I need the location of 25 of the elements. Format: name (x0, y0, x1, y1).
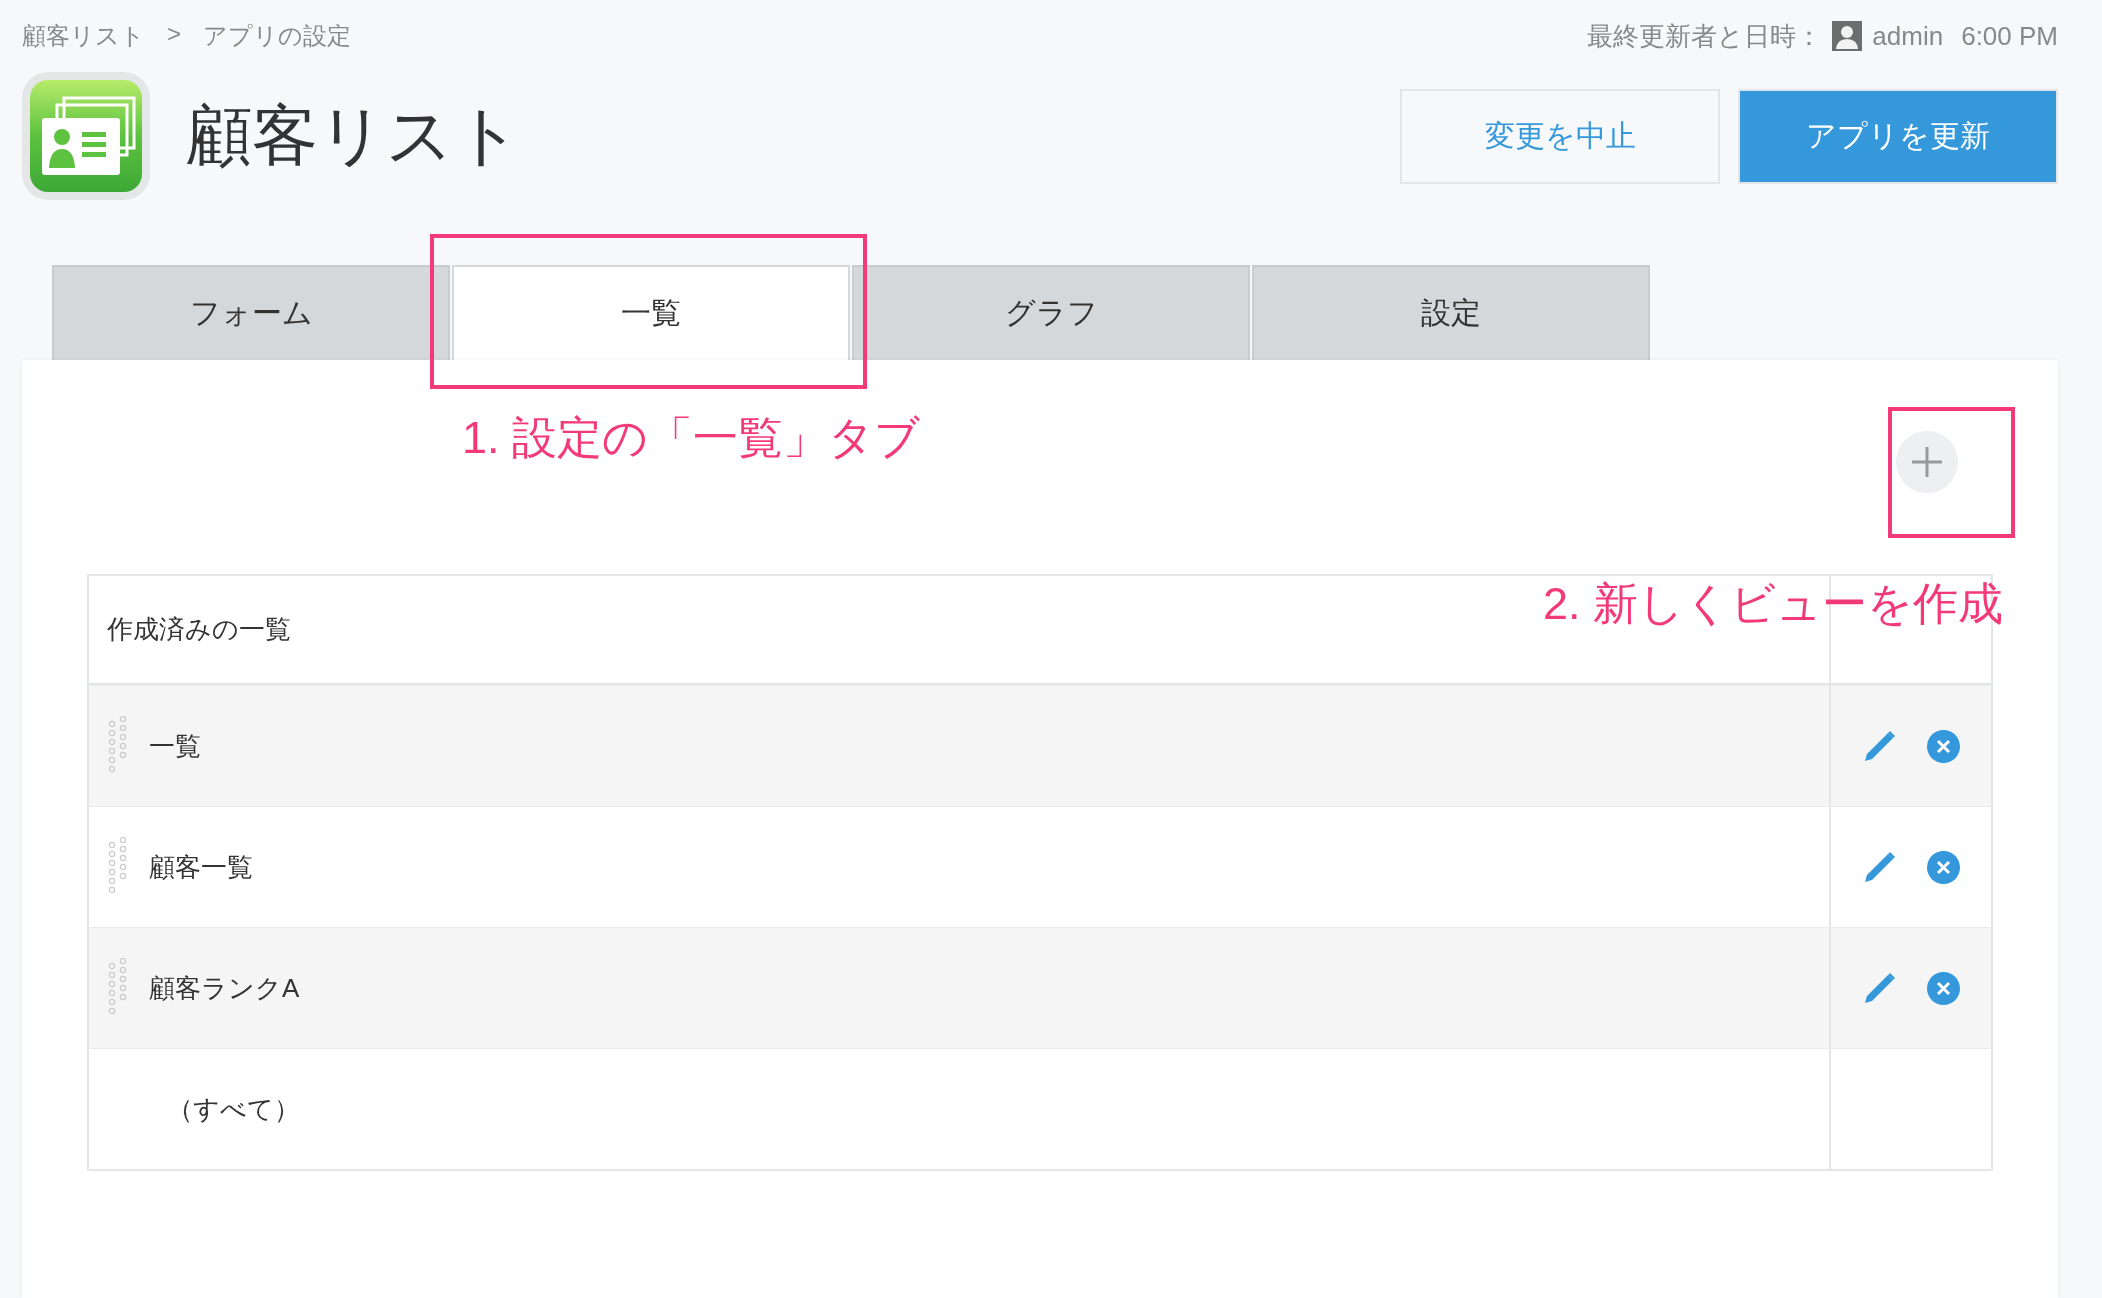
column-header: 作成済みの一覧 (107, 613, 291, 646)
annotation-text: 1. 設定の「一覧」タブ (462, 411, 921, 465)
settings-tab[interactable]: 一覧 (452, 265, 850, 360)
settings-tab[interactable]: 設定 (1252, 265, 1650, 360)
delete-icon[interactable] (1926, 729, 1960, 763)
edit-pencil-icon[interactable] (1862, 729, 1897, 763)
view-name[interactable]: 一覧 (149, 728, 201, 764)
last-updated-label: 最終更新者と日時： (1587, 19, 1823, 53)
view-name[interactable]: 顧客ランクA (149, 970, 300, 1006)
view-name[interactable]: （すべて） (167, 1091, 300, 1127)
delete-icon[interactable] (1926, 850, 1960, 884)
delete-icon[interactable] (1926, 971, 1960, 1005)
breadcrumb-separator: > (167, 20, 181, 49)
app-icon (22, 72, 150, 200)
plus-icon (1909, 444, 1945, 480)
view-name[interactable]: 顧客一覧 (149, 849, 253, 885)
annotation-text: 2. 新しくビューを作成 (1543, 577, 2004, 631)
settings-tab[interactable]: グラフ (852, 265, 1250, 360)
user-name: admin (1872, 20, 1944, 52)
settings-tab[interactable]: フォーム (52, 265, 450, 360)
app-title: 顧客リスト (186, 97, 522, 174)
edit-pencil-icon[interactable] (1862, 850, 1897, 884)
edit-pencil-icon[interactable] (1862, 971, 1897, 1005)
user-avatar-icon (1832, 21, 1863, 51)
update-time: 6:00 PM (1961, 20, 2058, 52)
